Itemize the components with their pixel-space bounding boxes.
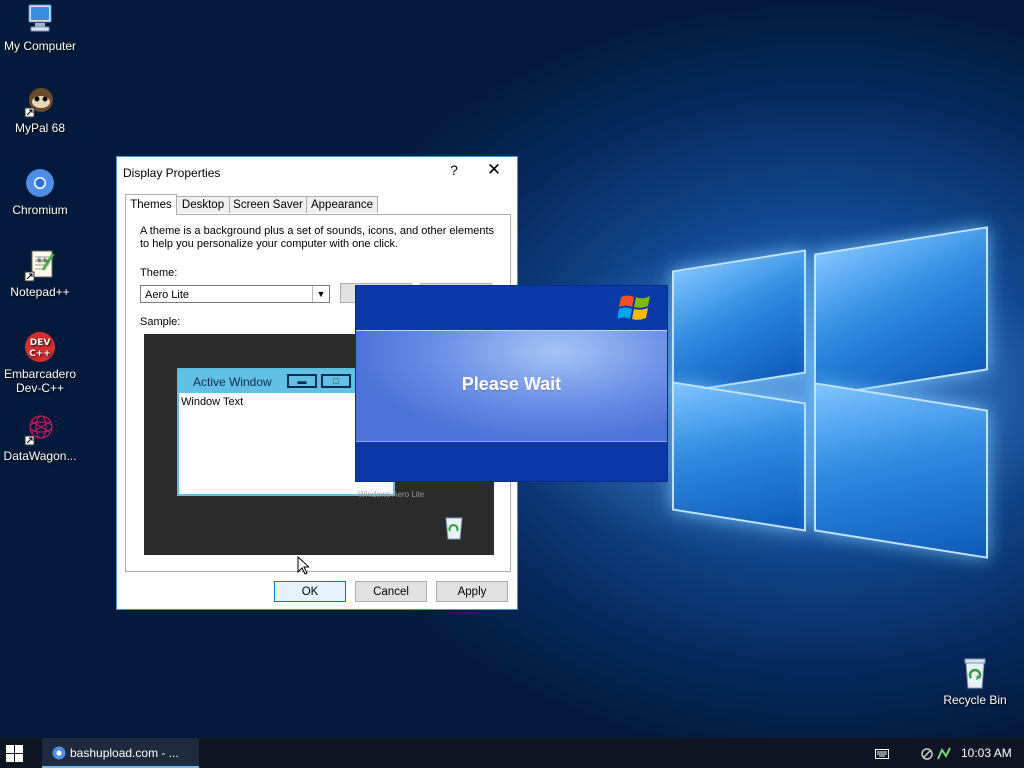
windows-xp-flag-icon — [617, 292, 654, 327]
devcpp-icon: DEV C++ — [23, 330, 57, 364]
svg-text:++: ++ — [36, 256, 48, 264]
desktop-icon-mypal[interactable]: MyPal 68 — [0, 84, 80, 135]
wallpaper-pane — [814, 382, 988, 559]
wallpaper-pane — [814, 226, 988, 398]
svg-text:DEV: DEV — [30, 338, 51, 348]
desktop-icon-recycle-bin[interactable]: Recycle Bin — [935, 656, 1015, 707]
clock[interactable]: 10:03 AM — [961, 738, 1012, 768]
notepad-plus-plus-icon: ++ — [23, 248, 57, 282]
theme-select-value: Aero Lite — [145, 289, 190, 301]
taskbar-item-browser[interactable]: bashupload.com - ... — [42, 738, 199, 768]
apply-button[interactable]: Apply — [436, 581, 508, 602]
windows-start-icon[interactable] — [6, 745, 23, 765]
help-button[interactable]: ? — [447, 162, 461, 178]
desktop-icon-devcpp[interactable]: DEV C++ Embarcadero Dev-C++ — [0, 330, 80, 395]
cancel-button[interactable]: Cancel — [355, 581, 427, 602]
dialog-title: Display Properties — [123, 166, 221, 180]
desktop-icon-my-computer[interactable]: My Computer — [0, 2, 80, 53]
recycle-bin-icon — [958, 656, 992, 690]
wallpaper-pane — [672, 249, 806, 395]
svg-text:C++: C++ — [29, 349, 51, 359]
desktop-icon-chromium[interactable]: Chromium — [0, 166, 80, 217]
tab-desktop[interactable]: Desktop — [176, 196, 230, 213]
tab-themes[interactable]: Themes — [125, 194, 177, 215]
tab-screen-saver[interactable]: Screen Saver — [229, 196, 307, 213]
datawagon-icon — [23, 412, 57, 446]
sample-label: Sample: — [140, 316, 181, 328]
sample-wallpaper-caption: Windows Aero Lite — [358, 490, 425, 499]
desktop-icon-notepad-plus-plus[interactable]: ++ Notepad++ — [0, 248, 80, 299]
chromium-icon — [23, 166, 57, 200]
chromium-icon — [52, 746, 66, 763]
mypal-icon — [23, 84, 57, 118]
close-button[interactable]: ✕ — [485, 160, 503, 180]
please-wait-footer — [356, 442, 667, 481]
wallpaper-pane — [672, 381, 806, 532]
mouse-cursor-icon — [297, 555, 311, 578]
taskbar-item-label: bashupload.com - ... — [70, 746, 179, 760]
chevron-down-icon[interactable]: ▼ — [312, 286, 329, 302]
theme-description: A theme is a background plus a set of so… — [140, 225, 495, 250]
computer-icon — [23, 2, 57, 36]
minimize-icon: ▬ — [287, 374, 317, 388]
taskbar: bashupload.com - ... 10:03 AM — [0, 738, 1024, 768]
tab-appearance[interactable]: Appearance — [306, 196, 378, 213]
please-wait-dialog: Please Wait — [355, 285, 668, 482]
desktop-icon-datawagon[interactable]: DataWagon... — [0, 412, 80, 463]
theme-select[interactable]: Aero Lite ▼ — [140, 285, 330, 303]
ok-button[interactable]: OK — [274, 581, 346, 602]
please-wait-header — [356, 286, 667, 330]
keyboard-icon[interactable] — [875, 738, 889, 768]
recycle-bin-icon — [442, 514, 466, 540]
please-wait-message: Please Wait — [461, 374, 562, 394]
maximize-icon: □ — [321, 374, 351, 388]
sample-window-text: Window Text — [181, 396, 244, 408]
sample-window-title: Active Window — [193, 375, 272, 389]
network-status-icon[interactable] — [920, 738, 952, 768]
theme-label: Theme: — [140, 267, 178, 279]
